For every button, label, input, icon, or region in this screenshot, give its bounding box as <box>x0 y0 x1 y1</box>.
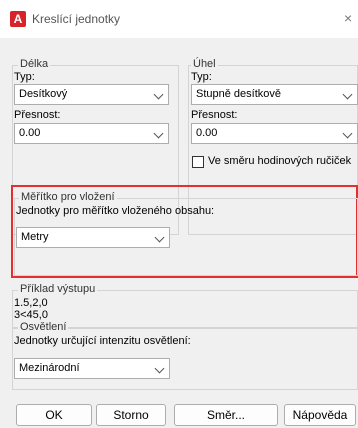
autocad-logo-icon: A <box>10 11 26 27</box>
direction-button[interactable]: Směr... <box>174 404 278 426</box>
chevron-down-icon <box>342 89 353 100</box>
angle-precision-value: 0.00 <box>196 127 218 139</box>
chevron-down-icon <box>153 128 164 139</box>
insertion-scale-legend: Měřítko pro vložení <box>19 191 117 203</box>
angle-type-value: Stupně desítkově <box>196 88 282 100</box>
clockwise-checkbox[interactable] <box>192 156 204 168</box>
window-title: Kreslící jednotky <box>32 12 121 26</box>
angle-precision-select[interactable]: 0.00 <box>191 123 358 144</box>
angle-type-label: Typ: <box>191 71 212 83</box>
lighting-legend: Osvětlení <box>18 321 69 333</box>
chevron-down-icon <box>154 363 165 374</box>
lighting-units-select[interactable]: Mezinárodní <box>14 358 170 379</box>
sample-output-line1: 1.5,2,0 <box>14 297 48 309</box>
insertion-units-label: Jednotky pro měřítko vloženého obsahu: <box>16 205 215 217</box>
angle-precision-label: Přesnost: <box>191 109 238 121</box>
lighting-units-value: Mezinárodní <box>19 362 80 374</box>
chevron-down-icon <box>154 232 165 243</box>
help-button[interactable]: Nápověda <box>284 404 356 426</box>
length-precision-select[interactable]: 0.00 <box>14 123 169 144</box>
length-type-label: Typ: <box>14 71 35 83</box>
angle-legend: Úhel <box>191 58 218 70</box>
chevron-down-icon <box>153 89 164 100</box>
chevron-down-icon <box>342 128 353 139</box>
length-type-select[interactable]: Desítkový <box>14 84 169 105</box>
sample-output-legend: Příklad výstupu <box>18 283 98 295</box>
length-precision-label: Přesnost: <box>14 109 61 121</box>
ok-button[interactable]: OK <box>16 404 92 426</box>
insertion-units-value: Metry <box>21 231 49 243</box>
title-bar: A Kreslící jednotky × <box>0 0 358 38</box>
sample-output-line2: 3<45,0 <box>14 309 48 321</box>
length-precision-value: 0.00 <box>19 127 41 139</box>
close-icon[interactable]: × <box>344 10 352 26</box>
length-legend: Délka <box>18 58 51 70</box>
insertion-units-select[interactable]: Metry <box>16 227 170 248</box>
length-type-value: Desítkový <box>19 88 68 100</box>
lighting-units-label: Jednotky určující intenzitu osvětlení: <box>14 335 191 347</box>
cancel-button[interactable]: Storno <box>96 404 166 426</box>
clockwise-label[interactable]: Ve směru hodinových ručiček <box>208 155 351 167</box>
angle-type-select[interactable]: Stupně desítkově <box>191 84 358 105</box>
